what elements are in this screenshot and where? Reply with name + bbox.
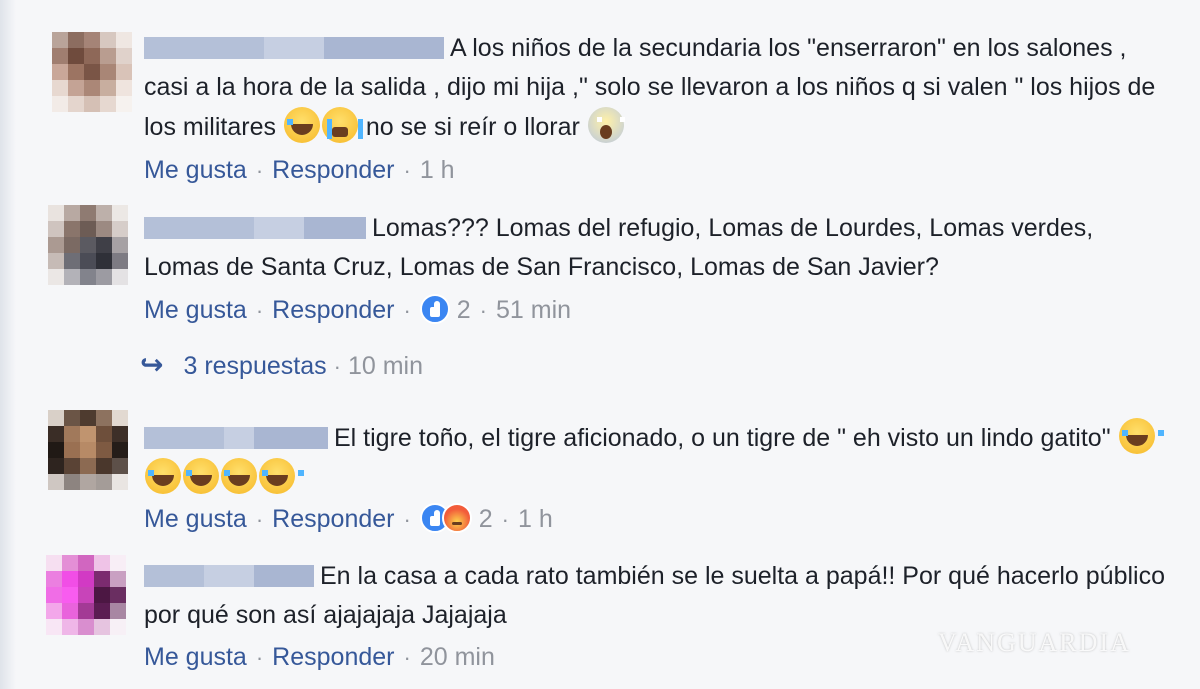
comment-actions: Me gusta · Responder · 2 · 51 min	[144, 294, 571, 326]
face-with-tears-of-joy-icon	[145, 458, 190, 494]
reply-arrow-icon: ↪	[140, 349, 164, 380]
blurred-author-name[interactable]	[144, 560, 314, 587]
comment-timestamp[interactable]: 1 h	[420, 156, 455, 184]
comment-actions: Me gusta · Responder · 1 h	[144, 155, 455, 186]
comment-timestamp[interactable]: 1 h	[518, 505, 553, 533]
comment-text-part: no se si reír o llorar	[358, 113, 587, 141]
like-link[interactable]: Me gusta	[144, 156, 247, 184]
comment-text: El tigre toño, el tigre aficionado, o un…	[144, 418, 1174, 498]
separator-dot: ·	[255, 158, 264, 183]
comment-timestamp[interactable]: 20 min	[420, 643, 495, 671]
separator-dot: ·	[479, 298, 487, 323]
separator-dot: ·	[403, 158, 411, 183]
like-reaction-icon[interactable]	[419, 294, 450, 324]
reply-link[interactable]: Responder	[272, 296, 394, 324]
separator-dot: ·	[501, 507, 509, 532]
angry-reaction-icon[interactable]	[441, 503, 472, 533]
face-with-tears-of-joy-icon	[1118, 418, 1164, 454]
reaction-count[interactable]: 2	[457, 296, 471, 324]
loudly-crying-face-icon	[321, 107, 363, 143]
like-link[interactable]: Me gusta	[144, 505, 247, 533]
avatar[interactable]	[48, 410, 128, 490]
comment-text: Lomas??? Lomas del refugio, Lomas de Lou…	[144, 209, 1174, 287]
comment-text: A los niños de la secundaria los "enserr…	[144, 29, 1174, 147]
face-with-tears-of-joy-icon	[259, 458, 304, 494]
like-link[interactable]: Me gusta	[144, 643, 247, 671]
face-with-tears-of-joy-icon	[283, 107, 329, 143]
separator-dot: ·	[255, 645, 264, 670]
blurred-author-name[interactable]	[144, 32, 444, 59]
face-screaming-icon	[587, 107, 625, 143]
separator-dot: ·	[403, 645, 411, 670]
separator-dot: ·	[333, 354, 341, 379]
comment-text: En la casa a cada rato también se le sue…	[144, 557, 1174, 635]
comment-actions: Me gusta · Responder · 20 min	[144, 642, 495, 673]
avatar[interactable]	[48, 205, 128, 285]
reply-link[interactable]: Responder	[272, 643, 394, 671]
replies-timestamp: 10 min	[347, 352, 423, 380]
view-replies-row[interactable]: ↪ 3 respuestas · 10 min	[140, 350, 423, 382]
replies-count-link[interactable]: 3 respuestas	[183, 352, 326, 380]
blurred-author-name[interactable]	[144, 422, 328, 449]
face-with-tears-of-joy-icon	[183, 458, 228, 494]
reply-link[interactable]: Responder	[272, 156, 394, 184]
separator-dot: ·	[403, 298, 411, 323]
reaction-count[interactable]: 2	[479, 505, 493, 533]
left-edge-shadow	[0, 0, 16, 689]
face-with-tears-of-joy-icon	[221, 458, 266, 494]
separator-dot: ·	[403, 507, 411, 532]
avatar[interactable]	[46, 555, 126, 635]
like-link[interactable]: Me gusta	[144, 296, 247, 324]
watermark: VANGUARDIA	[938, 628, 1131, 657]
separator-dot: ·	[255, 507, 264, 532]
comment-text-part: El tigre toño, el tigre aficionado, o un…	[334, 424, 1118, 452]
avatar[interactable]	[52, 32, 132, 112]
reply-link[interactable]: Responder	[272, 505, 394, 533]
blurred-author-name[interactable]	[144, 212, 366, 239]
separator-dot: ·	[255, 298, 264, 323]
comment-actions: Me gusta · Responder · 2 · 1 h	[144, 503, 553, 535]
comment-timestamp[interactable]: 51 min	[496, 296, 571, 324]
